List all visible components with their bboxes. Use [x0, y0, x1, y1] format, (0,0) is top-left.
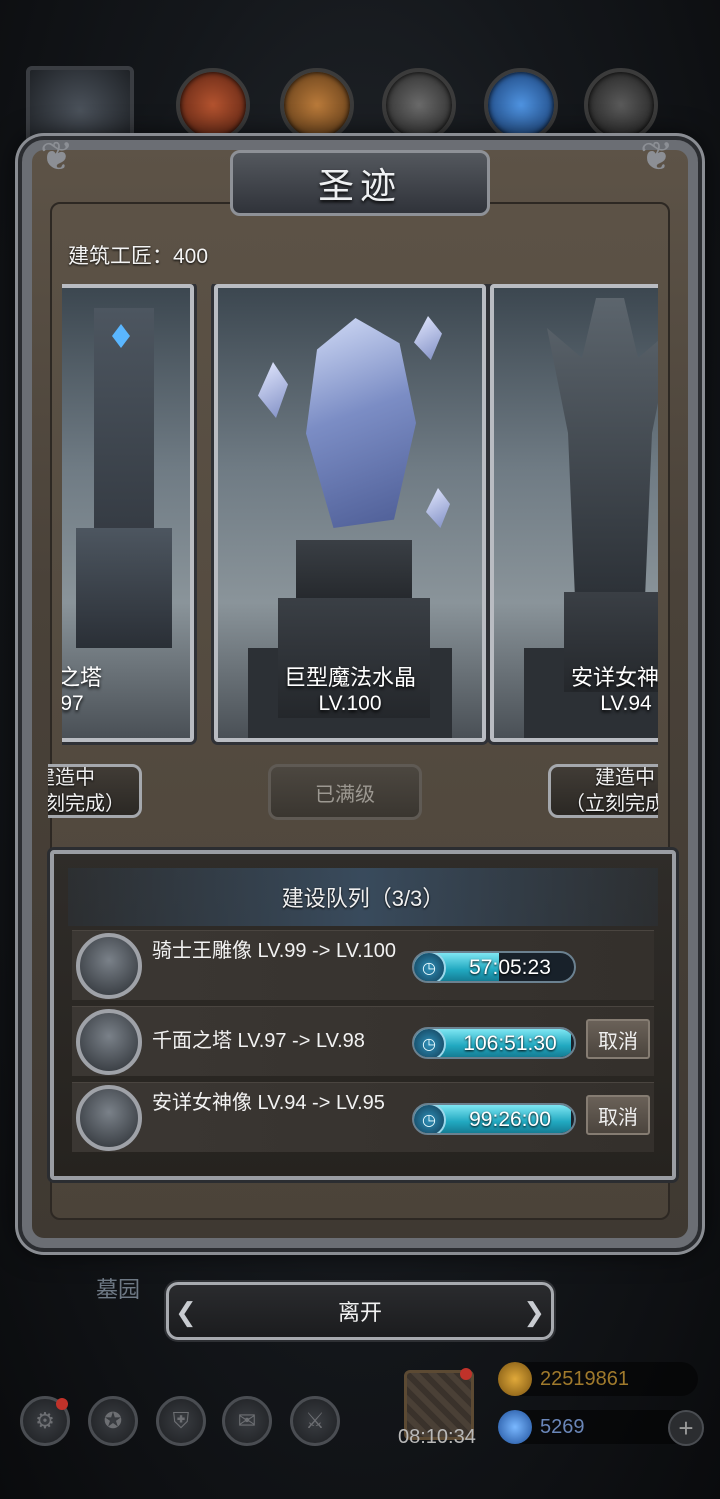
shield-icon: ⛨ — [172, 1408, 190, 1433]
mail-button[interactable]: ✉ — [222, 1396, 272, 1446]
button-line-2: （立刻完成） — [48, 793, 125, 815]
card-name: 安详女神像 — [570, 665, 658, 690]
builders-count: 建筑工匠：400 — [68, 245, 209, 268]
stone-icon — [382, 68, 456, 142]
left-build-button-clip: 建造中 （立刻完成） — [48, 762, 144, 822]
sword-icon: ⚔ — [305, 1408, 325, 1433]
dialog-title: 圣迹 — [230, 150, 490, 216]
card-level: LV.100 — [318, 692, 382, 715]
crystal-shard-image — [414, 316, 442, 360]
tower-base-image — [76, 528, 172, 648]
magic-crystal-image — [306, 318, 416, 528]
gem-icon — [498, 1410, 532, 1444]
gold-value: 22519861 — [540, 1368, 629, 1390]
gear-icon: ⚙ — [35, 1408, 55, 1433]
cancel-button[interactable]: 取消 — [586, 1019, 650, 1059]
guild-button[interactable]: ⛨ — [156, 1396, 206, 1446]
notification-dot — [56, 1398, 68, 1410]
button-line-1: 建造中 — [48, 767, 95, 789]
knight-statue-avatar — [76, 933, 142, 999]
gold-display: 22519861 — [498, 1362, 698, 1396]
card-level: LV.94 — [600, 692, 652, 715]
instant-complete-button[interactable]: 建造中 （立刻完成） — [548, 764, 658, 818]
wood-icon — [280, 68, 354, 142]
meat-icon — [176, 68, 250, 142]
button-line-1: 建造中 — [595, 767, 655, 789]
queue-row: 骑士王雕像 LV.99 -> LV.100 ◷ 57:05:23 — [72, 930, 654, 1000]
crystal-shard-image — [258, 362, 288, 418]
leave-label: 离开 — [337, 1300, 382, 1325]
right-build-button-clip: 建造中 （立刻完成） — [546, 762, 658, 822]
plus-icon: + — [678, 1413, 694, 1443]
queue-item-text: 安详女神像 LV.94 -> LV.95 — [152, 1092, 385, 1114]
card-level: LV.97 — [62, 692, 84, 715]
queue-timer: ◷ 57:05:23 — [412, 951, 576, 983]
timer-text: 99:26:00 — [469, 1108, 551, 1131]
cemetery-label: 墓园 — [96, 1277, 141, 1302]
timer-text: 106:51:30 — [463, 1032, 557, 1055]
ornament-right-icon: ❯ — [523, 1297, 545, 1327]
goddess-statue-image — [547, 298, 658, 598]
bottom-bar: ⚙ ✪ ⛨ ✉ ⚔ 08:10:34 22519861 5269 + — [0, 1360, 720, 1499]
queue-timer: ◷ 99:26:00 — [412, 1103, 576, 1135]
gift-timer: 08:10:34 — [398, 1426, 476, 1448]
add-currency-button[interactable]: + — [668, 1410, 704, 1446]
mail-icon: ✉ — [237, 1408, 257, 1433]
crystal-icon — [484, 68, 558, 142]
queue-timer: ◷ 106:51:30 — [412, 1027, 576, 1059]
queue-title: 建设队列（3/3） — [68, 868, 658, 926]
build-queue-panel: 建设队列（3/3） 骑士王雕像 LV.99 -> LV.100 ◷ 57:05:… — [50, 850, 676, 1180]
achievement-button[interactable]: ✪ — [88, 1396, 138, 1446]
gold-coin-icon — [498, 1362, 532, 1396]
building-card-goddess[interactable]: 安详女神像 LV.94 — [490, 284, 658, 742]
queue-item-text: 骑士王雕像 LV.99 -> LV.100 — [152, 940, 397, 962]
goddess-avatar — [76, 1085, 142, 1151]
iron-icon — [584, 68, 658, 142]
clock-icon: ◷ — [414, 1105, 446, 1133]
cancel-button[interactable]: 取消 — [586, 1095, 650, 1135]
timer-text: 57:05:23 — [469, 956, 551, 979]
max-level-button: 已满级 — [268, 764, 422, 820]
tower-avatar — [76, 1009, 142, 1075]
card-name: 巨型魔法水晶 — [283, 665, 416, 690]
battle-button[interactable]: ⚔ — [290, 1396, 340, 1446]
dragon-ornament-right: ❦ — [640, 135, 674, 179]
clock-icon: ◷ — [414, 1029, 446, 1057]
building-card-tower[interactable]: 千面之塔 LV.97 — [62, 284, 194, 742]
dragon-ornament-left: ❦ — [40, 135, 74, 179]
gem-value: 5269 — [540, 1416, 585, 1438]
star-icon: ✪ — [103, 1408, 123, 1433]
crystal-shard-image — [426, 488, 450, 528]
gift-notification-dot — [460, 1368, 472, 1380]
button-line-2: （立刻完成） — [565, 793, 658, 815]
instant-complete-button[interactable]: 建造中 （立刻完成） — [48, 764, 142, 818]
queue-item-text: 千面之塔 LV.97 -> LV.98 — [152, 1030, 365, 1052]
building-card-crystal[interactable]: 巨型魔法水晶 LV.100 — [214, 284, 486, 742]
queue-row: 安详女神像 LV.94 -> LV.95 ◷ 99:26:00 取消 — [72, 1082, 654, 1152]
building-carousel[interactable]: 千面之塔 LV.97 巨型魔法水晶 LV.100 安详女神像 LV.94 — [62, 284, 658, 746]
leave-button[interactable]: ❮ 离开 ❯ — [166, 1282, 554, 1340]
queue-row: 千面之塔 LV.97 -> LV.98 ◷ 106:51:30 取消 — [72, 1006, 654, 1076]
ornament-left-icon: ❮ — [175, 1297, 197, 1327]
card-name: 千面之塔 — [62, 665, 102, 690]
clock-icon: ◷ — [414, 953, 446, 981]
pedestal-image — [296, 540, 412, 604]
